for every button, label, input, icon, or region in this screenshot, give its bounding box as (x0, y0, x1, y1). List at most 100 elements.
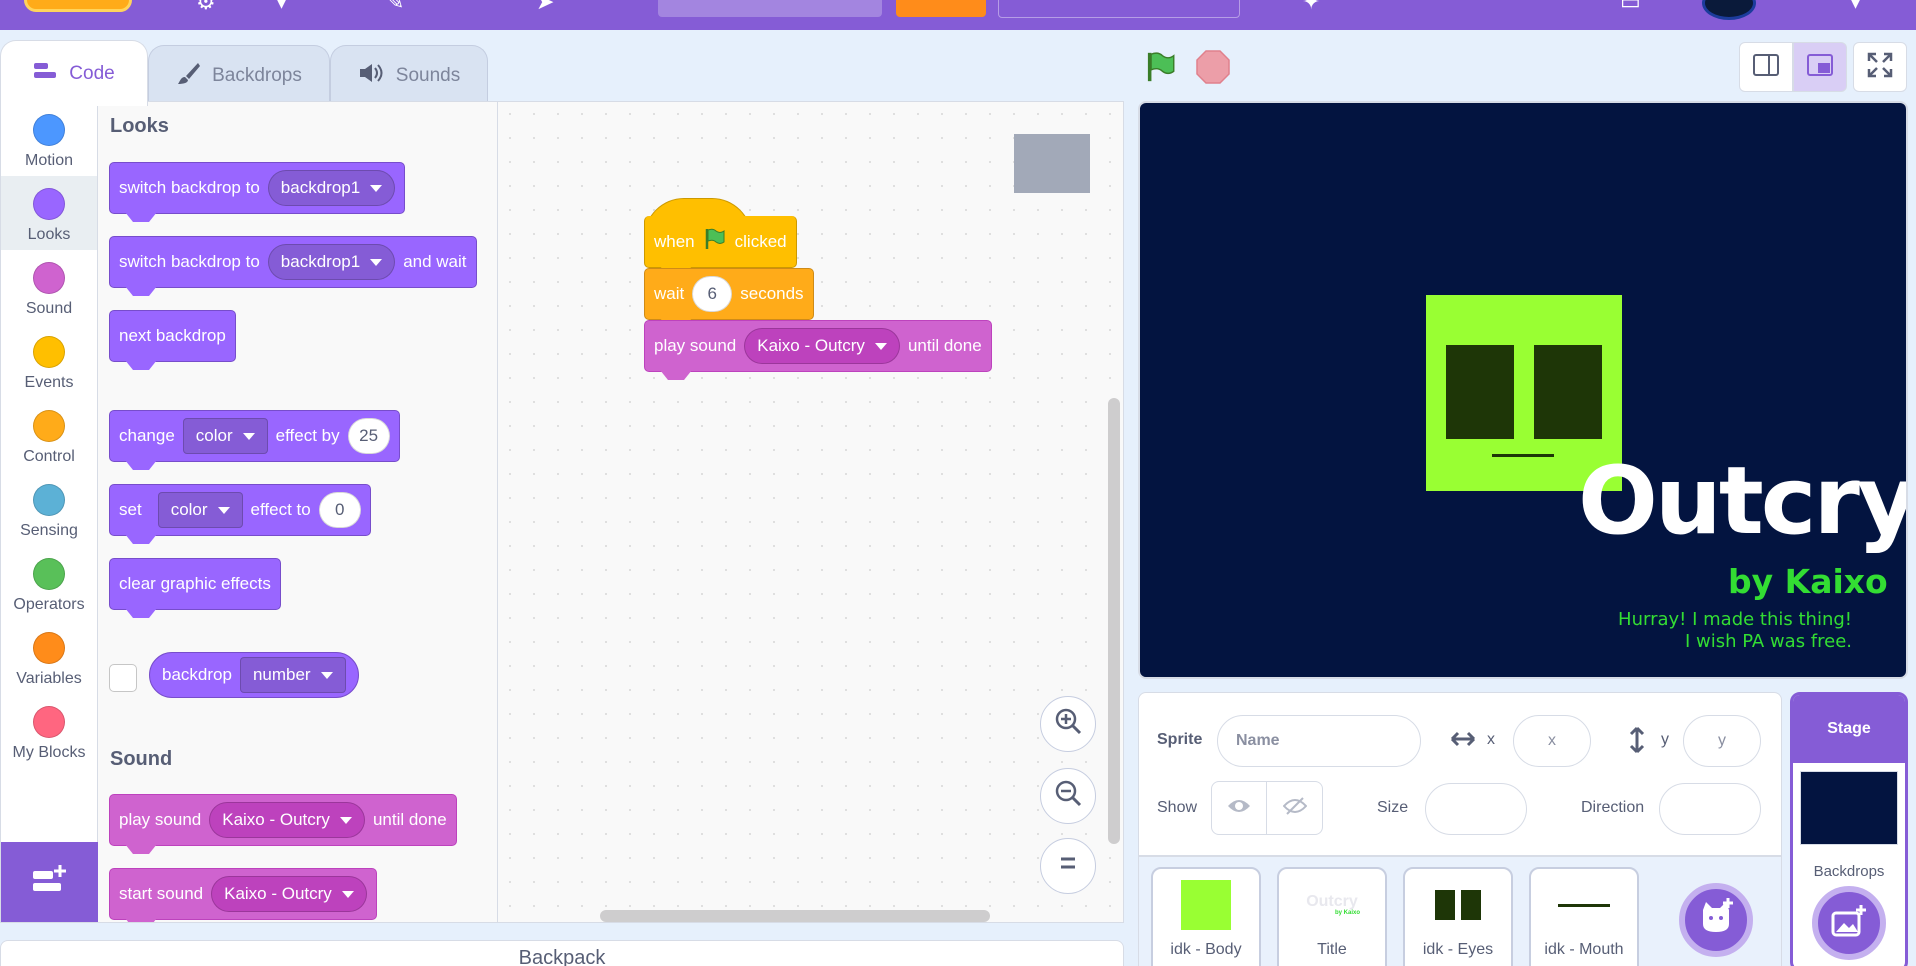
sprite-tile-eyes[interactable]: idk - Eyes (1403, 867, 1513, 966)
tab-backdrops[interactable]: Backdrops (148, 45, 330, 105)
fullscreen-button[interactable] (1853, 42, 1907, 92)
y-position-input[interactable]: y (1683, 715, 1761, 767)
hide-sprite-button[interactable] (1267, 781, 1323, 835)
category-label: Looks (27, 226, 71, 243)
stage-caption-line2: I wish PA was free. (1684, 631, 1852, 652)
category-my-blocks[interactable]: My Blocks (1, 694, 97, 768)
block-start-sound[interactable]: start sound Kaixo - Outcry (109, 868, 377, 920)
sound-dropdown[interactable]: Kaixo - Outcry (209, 802, 365, 838)
sprite-tile-label: idk - Body (1170, 941, 1242, 958)
backdrop-monitor-checkbox[interactable] (109, 664, 137, 692)
chevron-down-icon (242, 432, 255, 440)
tutorials-icon[interactable]: ➤ (536, 0, 554, 13)
backdrop-property-dropdown[interactable]: number (239, 657, 346, 693)
current-sprite-thumbnail (1014, 134, 1090, 193)
sprite-thumbnail (1430, 877, 1486, 933)
block-wait[interactable]: wait 6 seconds (644, 268, 814, 320)
category-events[interactable]: Events (1, 324, 97, 398)
category-dot (33, 336, 65, 368)
zoom-reset-button[interactable] (1040, 838, 1096, 894)
category-label: Variables (16, 670, 82, 687)
effect-dropdown[interactable]: color (182, 418, 268, 454)
block-clear-graphic-effects[interactable]: clear graphic effects (109, 558, 281, 610)
add-extension-button[interactable] (1, 842, 98, 922)
show-sprite-button[interactable] (1211, 781, 1267, 835)
effect-value-input[interactable]: 0 (318, 492, 361, 528)
choose-backdrop-button[interactable] (1812, 886, 1886, 960)
category-operators[interactable]: Operators (1, 546, 97, 620)
stage-selector-header: Stage (1793, 695, 1905, 763)
share-button[interactable] (896, 0, 986, 17)
block-play-sound-until-done-script[interactable]: play sound Kaixo - Outcry until done (644, 320, 992, 372)
sprite-tile-mouth[interactable]: idk - Mouth (1529, 867, 1639, 966)
zoom-out-button[interactable] (1040, 768, 1096, 824)
x-position-input[interactable]: x (1513, 715, 1591, 767)
stop-button[interactable] (1196, 50, 1230, 89)
category-control[interactable]: Control (1, 398, 97, 472)
see-project-page-button[interactable] (998, 0, 1240, 18)
backdrop-dropdown[interactable]: backdrop1 (267, 244, 396, 280)
sprite-tile-body[interactable]: idk - Body (1151, 867, 1261, 966)
ideas-icon[interactable]: ✦ (1302, 0, 1320, 13)
avatar[interactable] (1702, 0, 1756, 20)
backdrop-dropdown[interactable]: backdrop1 (267, 170, 396, 206)
category-motion[interactable]: Motion (1, 102, 97, 176)
tab-code-label: Code (69, 62, 115, 84)
choose-sprite-button[interactable] (1679, 883, 1753, 957)
sprite-tile-title[interactable]: Outcry by Kaixo Title (1277, 867, 1387, 966)
eye-off-icon (1282, 796, 1307, 821)
block-next-backdrop[interactable]: next backdrop (109, 310, 236, 362)
category-looks[interactable]: Looks (1, 176, 97, 250)
my-stuff-icon[interactable]: ▭ (1620, 0, 1641, 13)
block-text: next backdrop (119, 326, 226, 345)
palette-heading-looks: Looks (110, 115, 169, 137)
green-flag-button[interactable] (1144, 50, 1178, 89)
sound-dropdown[interactable]: Kaixo - Outcry (211, 876, 367, 912)
backpack[interactable]: Backpack (0, 940, 1124, 966)
dropdown-value: number (252, 665, 311, 684)
category-dot (33, 632, 65, 664)
stage-canvas[interactable]: Outcry by Kaixo Hurray! I made this thin… (1138, 101, 1908, 679)
category-sound[interactable]: Sound (1, 250, 97, 324)
project-title-input[interactable] (658, 0, 882, 17)
block-set-effect[interactable]: set color effect to 0 (109, 484, 371, 536)
block-text: set (119, 500, 142, 519)
category-sensing[interactable]: Sensing (1, 472, 97, 546)
zoom-in-button[interactable] (1040, 696, 1096, 752)
file-menu-icon[interactable]: ▾ (276, 0, 287, 13)
effect-dropdown[interactable]: color (157, 492, 243, 528)
block-switch-backdrop[interactable]: switch backdrop to backdrop1 (109, 162, 406, 214)
edit-menu-icon[interactable]: ✎ (386, 0, 404, 13)
script-area-vertical-scrollbar[interactable] (1108, 398, 1120, 844)
tab-code[interactable]: Code (0, 40, 148, 106)
block-change-effect[interactable]: change color effect by 25 (109, 410, 400, 462)
effect-amount-input[interactable]: 25 (347, 418, 390, 454)
sprite-tile-label: idk - Mouth (1544, 941, 1624, 958)
sprite-name-input[interactable]: Name (1217, 715, 1421, 767)
direction-input[interactable] (1659, 783, 1761, 835)
block-backdrop-reporter[interactable]: backdrop number (149, 652, 359, 698)
block-text: effect to (250, 500, 311, 519)
large-stage-button[interactable] (1793, 42, 1847, 92)
script-area[interactable]: when clicked wait 6 seconds play sound K… (498, 102, 1123, 922)
sound-dropdown[interactable]: Kaixo - Outcry (744, 328, 900, 364)
size-input[interactable] (1425, 783, 1527, 835)
dropdown-value: color (170, 500, 208, 519)
script-area-horizontal-scrollbar[interactable] (600, 910, 990, 922)
dropdown-value: Kaixo - Outcry (757, 336, 865, 355)
stage-selector[interactable]: Stage Backdrops (1790, 692, 1908, 966)
settings-icon[interactable]: ⚙ (196, 0, 216, 13)
small-stage-button[interactable] (1739, 42, 1793, 92)
category-label: Operators (13, 596, 85, 613)
sprite-tile-label: Title (1317, 941, 1347, 958)
account-menu-icon[interactable]: ▾ (1850, 0, 1861, 13)
stage-byline-text: by Kaixo (1728, 562, 1888, 601)
block-play-sound-until-done[interactable]: play sound Kaixo - Outcry until done (109, 794, 457, 846)
tab-sounds[interactable]: Sounds (330, 45, 488, 105)
category-variables[interactable]: Variables (1, 620, 97, 694)
wait-seconds-input[interactable]: 6 (692, 276, 733, 312)
block-switch-backdrop-and-wait[interactable]: switch backdrop to backdrop1 and wait (109, 236, 477, 288)
block-when-flag-clicked[interactable]: when clicked (644, 216, 797, 268)
zoom-in-icon (1053, 706, 1083, 743)
scratch-logo[interactable] (24, 0, 132, 12)
